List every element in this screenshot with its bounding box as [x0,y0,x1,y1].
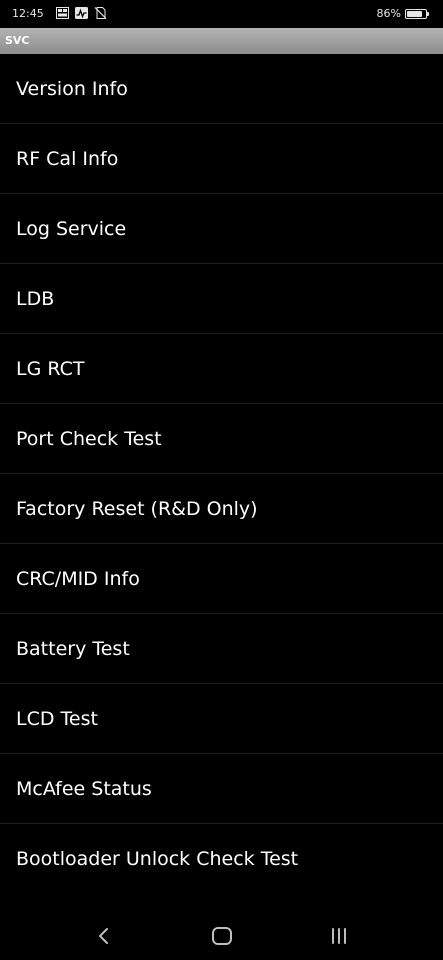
status-time: 12:45 [12,7,44,20]
notification-icons [56,7,107,19]
battery-percent: 86% [376,7,401,20]
menu-item-label: Factory Reset (R&D Only) [16,497,258,520]
menu-item-bootloader-unlock-check-test[interactable]: Bootloader Unlock Check Test [0,824,443,893]
menu-item-rf-cal-info[interactable]: RF Cal Info [0,124,443,194]
menu-item-label: Bootloader Unlock Check Test [16,847,299,870]
no-sim-icon [94,7,107,19]
battery-fill [407,11,422,17]
battery-icon [405,9,429,19]
app-title-bar: SVC [0,28,443,54]
home-button[interactable] [200,924,244,948]
menu-item-label: LG RCT [16,357,85,380]
menu-item-label: LCD Test [16,707,98,730]
menu-item-version-info[interactable]: Version Info [0,54,443,124]
navigation-bar [0,912,443,960]
menu-item-lg-rct[interactable]: LG RCT [0,334,443,404]
menu-item-battery-test[interactable]: Battery Test [0,614,443,684]
menu-item-label: Battery Test [16,637,130,660]
menu-item-label: Port Check Test [16,427,162,450]
back-button[interactable] [82,924,126,948]
menu-item-label: McAfee Status [16,777,152,800]
menu-item-port-check-test[interactable]: Port Check Test [0,404,443,474]
battery-status: 86% [376,6,429,22]
status-bar: 12:45 86% [0,0,443,28]
menu-item-label: Log Service [16,217,127,240]
recents-button[interactable] [317,924,361,948]
recents-icon [332,928,346,944]
activity-icon [75,7,88,19]
menu-item-lcd-test[interactable]: LCD Test [0,684,443,754]
menu-item-mcafee-status[interactable]: McAfee Status [0,754,443,824]
menu-item-label: LDB [16,287,55,310]
back-icon [99,928,108,944]
svc-menu-list: Version Info RF Cal Info Log Service LDB… [0,54,443,893]
menu-item-label: CRC/MID Info [16,567,140,590]
menu-item-factory-reset[interactable]: Factory Reset (R&D Only) [0,474,443,544]
menu-item-ldb[interactable]: LDB [0,264,443,334]
menu-item-label: Version Info [16,77,128,100]
gallery-icon [56,7,69,19]
page-title: SVC [5,34,30,47]
home-icon [212,927,232,945]
menu-item-crc-mid-info[interactable]: CRC/MID Info [0,544,443,614]
menu-item-label: RF Cal Info [16,147,119,170]
menu-item-log-service[interactable]: Log Service [0,194,443,264]
